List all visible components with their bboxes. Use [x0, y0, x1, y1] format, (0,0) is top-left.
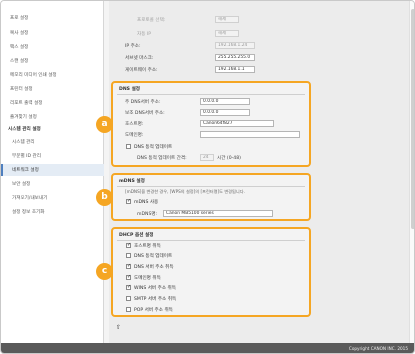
dhcp-option-0-checkbox[interactable]	[126, 242, 131, 249]
mdns-section-title: mDNS 설정	[119, 179, 145, 184]
primary-dns-field[interactable]: 0.0.0.0	[200, 98, 250, 105]
mdns-note: [mDNS]을 변경한 경우, [WPS의 설정]의 [프린터명]도 변경됩니다…	[125, 189, 245, 194]
secondary-dns-field[interactable]: 0.0.0.0	[200, 109, 250, 116]
primary-dns-label: 주 DNS서버 주소:	[125, 100, 161, 105]
sidebar-item-security[interactable]: 보안 설정	[12, 181, 30, 187]
dhcp-option-6-label: POP 서버 주소 취득	[134, 308, 173, 313]
dns-divider	[117, 94, 305, 95]
gateway-field[interactable]: 192.168.1.1	[215, 66, 255, 73]
dhcp-option-4-label: WINS 서버 주소 취득	[134, 286, 176, 291]
sidebar-nav: 프로 설정 복사 설정 팩스 설정 스캔 설정 메모리 미디어 인쇄 설정 프린…	[1, 1, 104, 353]
dns-interval-field[interactable]: 24	[200, 154, 214, 161]
sidebar-item-printer[interactable]: 프린터 설정	[10, 86, 33, 92]
ip-label: IP 주소:	[125, 44, 141, 49]
scrollbar-thumb[interactable]	[411, 9, 414, 229]
domain-name-field[interactable]	[200, 131, 300, 138]
dhcp-option-3-checkbox[interactable]	[126, 274, 131, 281]
sidebar-item-department-id[interactable]: 부문별 ID 관리	[12, 153, 41, 159]
dhcp-option-2-label: DNS 서버 주소 취득	[134, 265, 174, 270]
sidebar-item-scan[interactable]: 스캔 설정	[10, 58, 28, 64]
copyright-text: Copyright CANON INC. 2015	[348, 346, 408, 351]
dhcp-option-6-checkbox[interactable]	[126, 307, 131, 312]
host-name-label: 호스트명:	[125, 122, 144, 127]
sidebar-item-favorites[interactable]: 즐겨찾기 설정	[10, 114, 37, 120]
sidebar-item-import-export[interactable]: 가져오기/내보내기	[12, 195, 47, 201]
dhcp-option-0-label: 호스트명 취득	[134, 244, 161, 249]
sidebar-item-system-management[interactable]: 시스템 관리	[12, 139, 35, 145]
dhcp-option-1-checkbox[interactable]	[126, 253, 131, 258]
subnet-field[interactable]: 255.255.255.0	[215, 54, 255, 61]
dhcp-option-5-checkbox[interactable]	[126, 296, 131, 301]
dhcp-option-2-checkbox[interactable]	[126, 263, 131, 270]
mdns-settings-section: mDNS 설정 [mDNS]을 변경한 경우, [WPS의 설정]의 [프린터명…	[111, 173, 311, 221]
sidebar-item-fax[interactable]: 팩스 설정	[10, 44, 28, 50]
mdns-use-checkbox[interactable]	[126, 198, 131, 205]
dns-section-title: DNS 설정	[119, 87, 141, 92]
ip-field[interactable]: 192.168.1.24	[215, 42, 255, 49]
mdns-name-label: mDNS명:	[137, 212, 158, 217]
scroll-to-top-icon[interactable]: ⇧	[116, 324, 121, 331]
sidebar-heading-system: 시스템 관리 설정	[8, 127, 41, 132]
auto-ip-select[interactable]: 해제	[215, 30, 239, 37]
gateway-label: 게이트웨이 주소:	[125, 68, 158, 73]
dhcp-options-section: DHCP 옵션 설정 호스트명 취득 DNS 동적 업데이트 DNS 서버 주소…	[111, 227, 311, 317]
callout-badge-c: c	[96, 263, 113, 280]
dhcp-option-5-label: SMTP 서버 주소 취득	[134, 297, 177, 302]
host-name-field[interactable]: Canon64f827	[200, 120, 274, 127]
sidebar-item-report[interactable]: 리포트 출력 설정	[10, 100, 43, 106]
browser-frame: 프로 설정 복사 설정 팩스 설정 스캔 설정 메모리 미디어 인쇄 설정 프린…	[0, 0, 415, 354]
prefix-select-label: 프로토콜 선택:	[137, 18, 166, 23]
dhcp-option-1-label: DNS 동적 업데이트	[134, 254, 173, 259]
main-content: 프로토콜 선택: 해제 자동 IP 해제 IP 주소: 192.168.1.24…	[96, 1, 409, 343]
sidebar-item-memory-media[interactable]: 메모리 미디어 인쇄 설정	[10, 72, 57, 78]
sidebar-item-copy[interactable]: 복사 설정	[10, 30, 28, 36]
dns-interval-unit: 시간 (0-48)	[217, 156, 241, 161]
dns-dynamic-update-checkbox[interactable]	[126, 144, 131, 149]
callout-badge-b: b	[96, 189, 113, 206]
dns-settings-section: DNS 설정 주 DNS서버 주소: 0.0.0.0 보조 DNS서버 주소: …	[111, 81, 311, 167]
subnet-label: 서브넷 마스크:	[125, 56, 154, 61]
prefix-select[interactable]: 해제	[215, 16, 239, 23]
dns-dynamic-update-label: DNS 동적 업데이트	[134, 145, 173, 150]
dhcp-section-title: DHCP 옵션 설정	[119, 233, 154, 238]
mdns-use-label: mDNS 사용	[134, 200, 159, 205]
secondary-dns-label: 보조 DNS서버 주소:	[125, 111, 165, 116]
mdns-name-field[interactable]: Canon MB5100 series	[163, 210, 273, 217]
dns-interval-label: DNS 동적 업데이트 간격:	[137, 156, 187, 161]
sidebar-item-basic[interactable]: 프로 설정	[10, 15, 28, 21]
footer-bar: Copyright CANON INC. 2015	[1, 343, 414, 353]
dhcp-option-3-label: 도메인명 취득	[134, 276, 161, 281]
auto-ip-label: 자동 IP	[137, 32, 152, 37]
mdns-divider	[117, 186, 305, 187]
sidebar-item-reset[interactable]: 설정 정보 초기화	[12, 209, 45, 215]
vertical-scrollbar[interactable]	[409, 1, 414, 343]
domain-name-label: 도메인명:	[125, 133, 144, 138]
dhcp-divider	[117, 240, 305, 241]
dhcp-option-4-checkbox[interactable]	[126, 284, 131, 291]
callout-badge-a: a	[96, 116, 113, 133]
sidebar-item-network[interactable]: 네트워크 설정	[12, 167, 39, 173]
